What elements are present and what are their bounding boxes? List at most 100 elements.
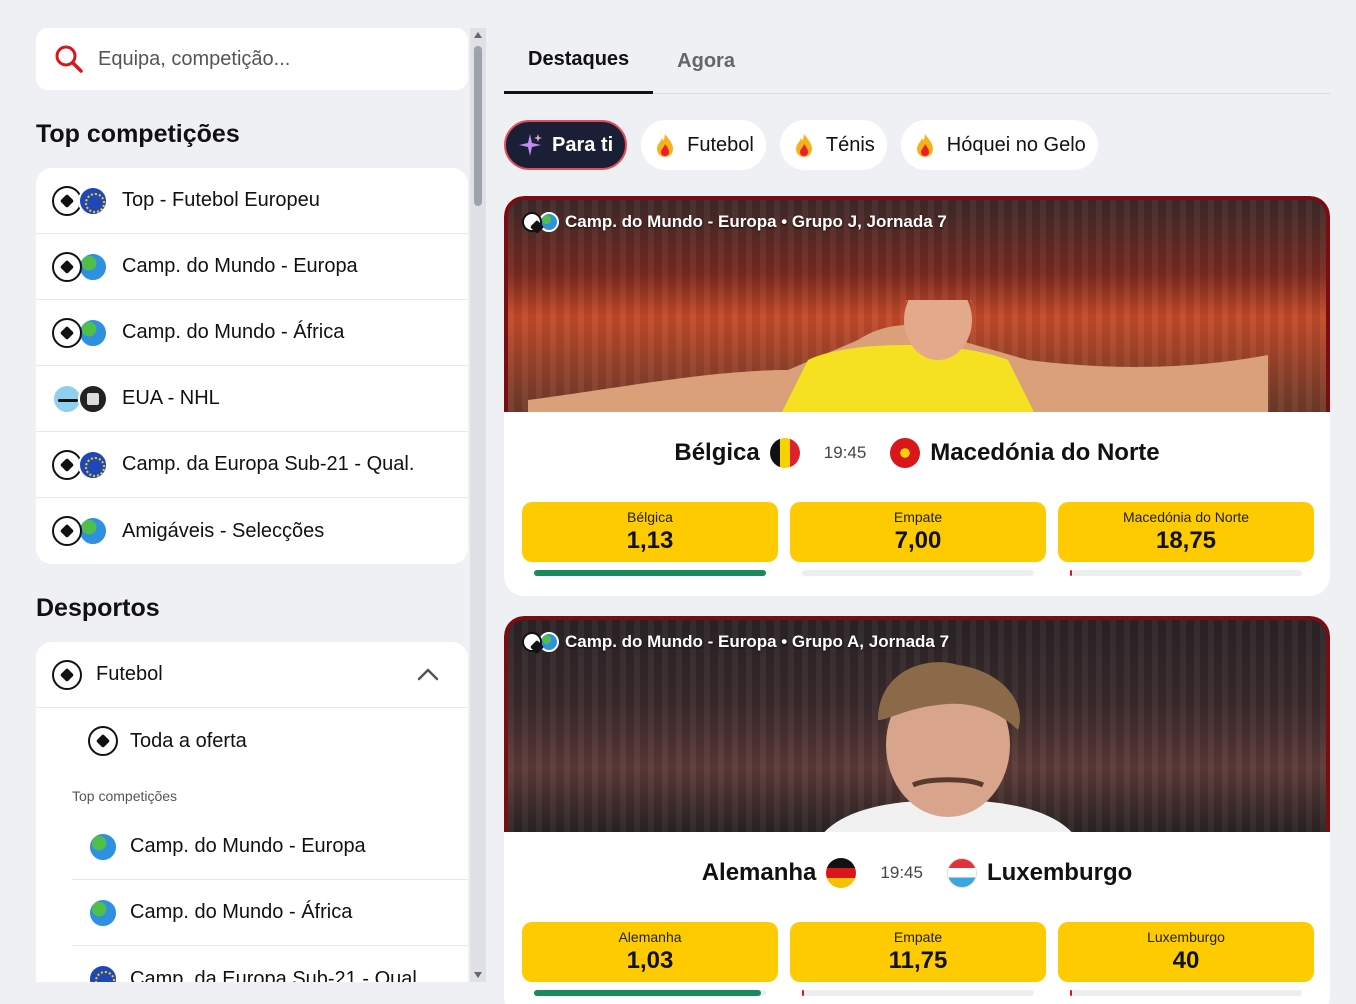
chip-para-ti[interactable]: Para ti — [504, 120, 628, 170]
sub-competition-camp-mundo-africa[interactable]: Camp. do Mundo - África — [72, 880, 468, 946]
event-banner-image: Camp. do Mundo - Europa • Grupo A, Jorna… — [504, 616, 1330, 832]
odd-value: 7,00 — [894, 527, 942, 554]
distribution-bar-draw — [802, 570, 1034, 576]
sidebar-scrollbar[interactable] — [470, 28, 486, 982]
scroll-down-arrow-icon[interactable] — [474, 972, 482, 978]
odd-label: Bélgica — [627, 509, 673, 525]
chip-label: Futebol — [687, 133, 754, 156]
distribution-bar-home — [534, 570, 766, 576]
eu-icon — [78, 185, 108, 216]
top-competitions-list: Top - Futebol Europeu Camp. do Mundo - E… — [36, 168, 468, 564]
odd-value: 11,75 — [888, 947, 948, 974]
chip-label: Para ti — [552, 133, 614, 156]
football-icon — [52, 251, 82, 282]
competition-label: Amigáveis - Selecções — [122, 519, 325, 542]
odd-label: Empate — [893, 929, 943, 945]
odd-button-away[interactable]: Luxemburgo 40 — [1058, 922, 1314, 982]
sub-competition-europa-sub21[interactable]: Camp. da Europa Sub-21 - Qual. — [72, 946, 468, 982]
globe-icon — [78, 516, 108, 546]
football-icon — [52, 659, 82, 690]
distribution-fill — [1070, 570, 1073, 576]
player-image — [528, 300, 1268, 412]
odd-label: Luxemburgo — [1147, 929, 1225, 945]
bet-distribution — [534, 570, 1314, 576]
globe-icon — [78, 251, 108, 282]
chip-tenis[interactable]: Ténis — [779, 120, 887, 170]
flame-icon — [916, 134, 933, 157]
competition-item-top-futebol-europeu[interactable]: Top - Futebol Europeu — [36, 168, 468, 234]
distribution-fill — [802, 990, 805, 996]
match-row: Alemanha 19:45 Luxemburgo — [504, 858, 1330, 888]
competition-item-camp-mundo-europa[interactable]: Camp. do Mundo - Europa — [36, 234, 468, 300]
eu-icon — [78, 449, 108, 480]
competition-item-amigaveis[interactable]: Amigáveis - Selecções — [36, 498, 468, 564]
odd-value: 40 — [1172, 947, 1200, 974]
germany-flag-icon — [826, 858, 857, 888]
odd-button-draw[interactable]: Empate 7,00 — [790, 502, 1046, 562]
football-icon — [88, 726, 118, 756]
match-row: Bélgica 19:45 Macedónia do Norte — [504, 438, 1330, 468]
odd-button-home[interactable]: Alemanha 1,03 — [522, 922, 778, 982]
competition-label: Top - Futebol Europeu — [122, 189, 320, 211]
football-icon — [522, 632, 542, 652]
chip-hoquei-no-gelo[interactable]: Hóquei no Gelo — [900, 120, 1098, 170]
odd-button-draw[interactable]: Empate 11,75 — [790, 922, 1046, 982]
bet-distribution — [534, 990, 1314, 996]
event-competition-label: Camp. do Mundo - Europa • Grupo A, Jorna… — [565, 632, 950, 651]
odd-label: Alemanha — [618, 929, 682, 945]
event-competition: Camp. do Mundo - Europa • Grupo A, Jorna… — [522, 632, 949, 652]
sport-item-futebol[interactable]: Futebol — [36, 642, 468, 708]
competition-label: EUA - NHL — [122, 387, 220, 409]
scroll-up-arrow-icon[interactable] — [474, 32, 482, 38]
distribution-fill — [534, 990, 762, 996]
sub-competition-camp-mundo-europa[interactable]: Camp. do Mundo - Europa — [72, 814, 468, 880]
chip-label: Hóquei no Gelo — [946, 133, 1086, 156]
chevron-up-icon[interactable] — [416, 663, 440, 687]
player-image — [824, 662, 1072, 832]
sports-title: Desportos — [36, 594, 160, 622]
main-tabs: Destaques Agora — [504, 28, 1330, 94]
odd-button-away[interactable]: Macedónia do Norte 18,75 — [1058, 502, 1314, 562]
all-offer-label: Toda a oferta — [130, 729, 247, 752]
away-team: Macedónia do Norte — [930, 439, 1160, 466]
odds-row: Bélgica 1,13 Empate 7,00 Macedónia do No… — [522, 502, 1314, 562]
globe-icon — [88, 897, 118, 928]
event-competition-label: Camp. do Mundo - Europa • Grupo J, Jorna… — [565, 212, 947, 231]
event-card[interactable]: Camp. do Mundo - Europa • Grupo A, Jorna… — [504, 616, 1330, 1004]
flame-icon — [657, 134, 674, 157]
football-icon — [52, 317, 82, 348]
search-box[interactable] — [36, 28, 468, 90]
odds-row: Alemanha 1,03 Empate 11,75 Luxemburgo 40 — [522, 922, 1314, 982]
chip-label: Ténis — [825, 133, 875, 156]
competition-item-eua-nhl[interactable]: EUA - NHL — [36, 366, 468, 432]
chip-futebol[interactable]: Futebol — [641, 120, 766, 170]
away-team: Luxemburgo — [986, 859, 1133, 886]
filter-chips: Para ti Futebol Ténis Hóquei no Gelo — [504, 120, 1098, 170]
odd-button-home[interactable]: Bélgica 1,13 — [522, 502, 778, 562]
globe-icon — [88, 831, 118, 862]
distribution-fill — [1070, 990, 1073, 996]
competition-item-camp-mundo-africa[interactable]: Camp. do Mundo - África — [36, 300, 468, 366]
sport-label: Futebol — [96, 663, 163, 685]
sub-competition-label: Camp. do Mundo - África — [130, 901, 353, 923]
tab-agora[interactable]: Agora — [653, 28, 759, 94]
sparkle-icon — [519, 134, 542, 156]
odd-label: Macedónia do Norte — [1122, 509, 1250, 525]
odd-value: 1,03 — [626, 947, 674, 974]
all-offer-item[interactable]: Toda a oferta — [72, 708, 468, 774]
luxembourg-flag-icon — [946, 858, 977, 888]
competition-label: Camp. da Europa Sub-21 - Qual. — [122, 453, 415, 475]
tab-destaques[interactable]: Destaques — [504, 28, 654, 94]
distribution-bar-away — [1070, 570, 1302, 576]
search-icon — [55, 45, 83, 73]
sub-competitions-title: Top competições — [72, 788, 178, 804]
event-banner-image: Camp. do Mundo - Europa • Grupo J, Jorna… — [504, 196, 1330, 412]
competition-item-europa-sub21[interactable]: Camp. da Europa Sub-21 - Qual. — [36, 432, 468, 498]
sidebar: Top competições Top - Futebol Europeu Ca… — [0, 0, 470, 982]
scrollbar-thumb[interactable] — [474, 46, 482, 206]
search-input[interactable] — [98, 47, 438, 71]
odd-label: Empate — [893, 509, 943, 525]
distribution-fill — [534, 570, 766, 576]
event-card[interactable]: Camp. do Mundo - Europa • Grupo J, Jorna… — [504, 196, 1330, 596]
event-competition: Camp. do Mundo - Europa • Grupo J, Jorna… — [522, 212, 947, 232]
